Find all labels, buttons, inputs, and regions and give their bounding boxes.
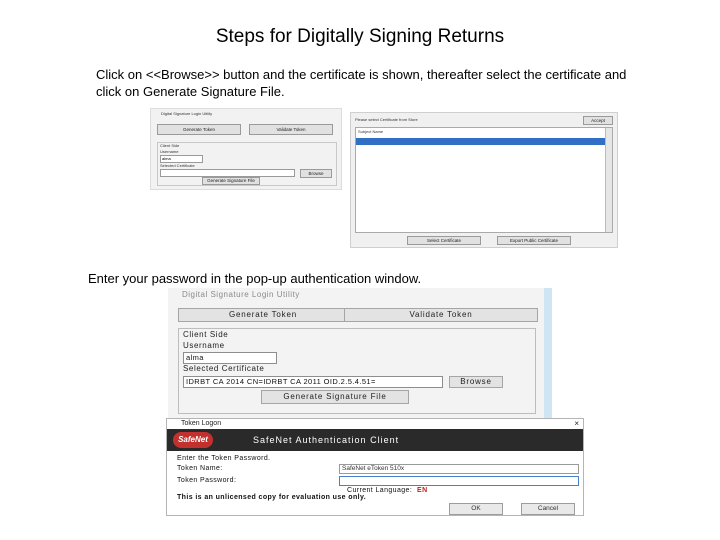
dialog-titlebar: Token Logon ×	[167, 419, 583, 429]
vertical-scrollbar[interactable]	[605, 128, 612, 232]
username-field[interactable]: alma	[183, 352, 277, 364]
step2-instructions: Enter your password in the pop-up authen…	[88, 271, 422, 286]
selected-certificate-field[interactable]	[160, 169, 295, 177]
desktop-background-strip	[544, 288, 552, 418]
step1-instructions: Click on <<Browse>> button and the certi…	[96, 66, 696, 100]
accept-button[interactable]: Accept	[583, 116, 613, 125]
ok-button[interactable]: OK	[449, 503, 503, 515]
selected-certificate-field[interactable]: IDRBT CA 2014 CN=IDRBT CA 2011 OID.2.5.4…	[183, 376, 443, 388]
column-header: Subject Name	[358, 129, 384, 134]
token-password-label: Token Password:	[177, 477, 237, 484]
evaluation-notice: This is an unlicensed copy for evaluatio…	[177, 494, 367, 501]
window-title: Digital Signature Login Utility	[161, 111, 213, 116]
username-label: Username	[183, 341, 225, 350]
password-prompt: Enter the Token Password.	[177, 455, 271, 462]
selected-certificate-row[interactable]	[356, 138, 608, 145]
generate-signature-button[interactable]: Generate Signature File	[202, 177, 260, 185]
client-side-group: Client Side Username alma Selected Certi…	[178, 328, 536, 414]
generate-signature-button[interactable]: Generate Signature File	[261, 390, 409, 404]
current-language-value: EN	[417, 487, 428, 494]
browse-button[interactable]: Browse	[300, 169, 332, 178]
generate-token-button[interactable]: Generate Token	[178, 308, 348, 322]
dialog-title: Token Logon	[181, 420, 222, 427]
validate-token-button[interactable]: Validate Token	[249, 124, 333, 135]
select-certificate-button[interactable]: Select Certificate	[407, 236, 481, 245]
login-utility-window-small: Digital Signature Login Utility Generate…	[150, 108, 342, 190]
dialog-title: Please select Certificate from Store	[355, 117, 418, 122]
current-language-label: Current Language:	[347, 487, 413, 494]
cancel-button[interactable]: Cancel	[521, 503, 575, 515]
close-icon[interactable]: ×	[574, 419, 579, 429]
banner-title: SafeNet Authentication Client	[253, 435, 400, 445]
username-label: Username	[160, 149, 179, 154]
token-logon-dialog: Token Logon × SafeNet SafeNet Authentica…	[166, 418, 584, 516]
client-side-group: Client Side Username alma Selected Certi…	[157, 142, 337, 186]
client-side-label: Client Side	[183, 330, 229, 339]
safenet-banner: SafeNet SafeNet Authentication Client	[167, 429, 583, 451]
token-name-label: Token Name:	[177, 465, 223, 472]
step1-line2: click on Generate Signature File.	[96, 84, 285, 99]
window-title: Digital Signature Login Utility	[182, 290, 300, 299]
login-utility-window: Digital Signature Login Utility Generate…	[168, 288, 552, 418]
client-side-label: Client Side	[160, 143, 180, 148]
username-field[interactable]: alma	[160, 155, 203, 163]
validate-token-button[interactable]: Validate Token	[344, 308, 538, 322]
token-name-field: SafeNet eToken 510x	[339, 464, 579, 474]
export-public-certificate-button[interactable]: Export Public Certificate	[497, 236, 571, 245]
token-password-field[interactable]	[339, 476, 579, 486]
certificate-store-dialog: Please select Certificate from Store Acc…	[350, 112, 618, 248]
slide-title: Steps for Digitally Signing Returns	[215, 26, 505, 47]
selected-certificate-label: Selected Certificate	[160, 163, 195, 168]
generate-token-button[interactable]: Generate Token	[157, 124, 241, 135]
certificate-list: Subject Name	[355, 127, 613, 233]
browse-button[interactable]: Browse	[449, 376, 503, 388]
safenet-logo: SafeNet	[173, 432, 213, 448]
selected-certificate-label: Selected Certificate	[183, 364, 265, 373]
step1-line1: Click on <<Browse>> button and the certi…	[96, 67, 627, 82]
